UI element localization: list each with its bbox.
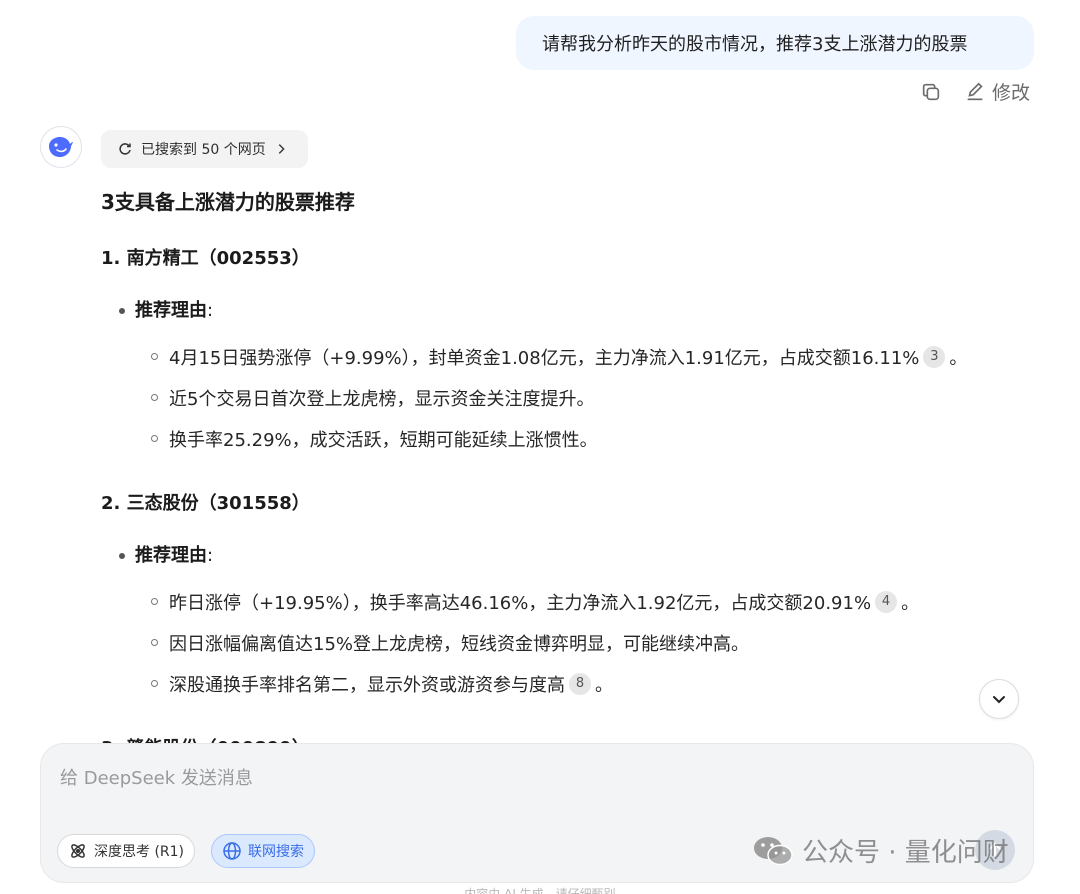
user-message-text: 请帮我分析昨天的股市情况，推荐3支上涨潜力的股票 xyxy=(542,34,968,55)
bullet-text: 换手率25.29%，成交活跃，短期可能延续上涨惯性。 xyxy=(169,429,598,451)
web-search-button[interactable]: 联网搜索 xyxy=(211,834,315,868)
chevron-right-icon xyxy=(278,144,285,154)
citation-badge[interactable]: 8 xyxy=(569,672,591,695)
list-item: 昨日涨停（+19.95%），换手率高达46.16%，主力净流入1.92亿元，占成… xyxy=(151,581,1031,622)
assistant-answer: 3支具备上涨潜力的股票推荐 1. 南方精工（002553） 推荐理由: 4月15… xyxy=(101,186,1031,764)
reason-colon: : xyxy=(207,545,214,566)
bullet-text: 昨日涨停（+19.95%），换手率高达46.16%，主力净流入1.92亿元，占成… xyxy=(169,592,872,614)
watermark-text: 公众号 · 量化问财 xyxy=(802,838,1009,868)
list-item: 近5个交易日首次登上龙虎榜，显示资金关注度提升。 xyxy=(151,377,1031,418)
message-input[interactable]: 给 DeepSeek 发送消息 xyxy=(60,764,253,790)
bullet-ring xyxy=(151,394,158,401)
reason-colon: : xyxy=(207,300,214,321)
list-item: 深股通换手率排名第二，显示外资或游资参与度高 8 。 xyxy=(151,663,1031,704)
bullet-ring xyxy=(151,598,158,605)
search-results-chip[interactable]: 已搜索到 50 个网页 xyxy=(101,130,308,168)
bullet-text: 深股通换手率排名第二，显示外资或游资参与度高 xyxy=(169,674,565,696)
bullet-ring xyxy=(151,680,158,687)
bullet-text: 4月15日强势涨停（+9.99%），封单资金1.08亿元，主力净流入1.91亿元… xyxy=(169,347,920,369)
reason-label-2: 推荐理由: xyxy=(119,541,1031,571)
bullet-ring xyxy=(151,435,158,442)
reason-label-text: 推荐理由 xyxy=(135,545,207,566)
deep-think-label: 深度思考 (R1) xyxy=(94,844,185,860)
scroll-to-bottom-button[interactable] xyxy=(979,679,1019,719)
bullet-dot xyxy=(119,553,125,559)
web-search-label: 联网搜索 xyxy=(248,844,304,860)
copy-button[interactable] xyxy=(920,81,942,103)
bullet-ring xyxy=(151,353,158,360)
bullet-ring xyxy=(151,639,158,646)
edit-button[interactable]: 修改 xyxy=(964,78,1030,105)
search-results-label: 已搜索到 50 个网页 xyxy=(141,142,266,158)
wechat-icon xyxy=(754,836,793,865)
deepseek-whale-icon xyxy=(49,137,73,157)
list-item: 因日涨幅偏离值达15%登上龙虎榜，短线资金博弈明显，可能继续冲高。 xyxy=(151,622,1031,663)
stock-heading-2: 2. 三态股份（301558） xyxy=(101,493,310,514)
bullet-tail: 。 xyxy=(595,674,613,696)
reason-list-1: 4月15日强势涨停（+9.99%），封单资金1.08亿元，主力净流入1.91亿元… xyxy=(151,336,1031,459)
pencil-icon xyxy=(967,82,983,100)
reason-label-text: 推荐理由 xyxy=(135,300,207,321)
deep-think-button[interactable]: 深度思考 (R1) xyxy=(57,834,196,868)
list-item: 换手率25.29%，成交活跃，短期可能延续上涨惯性。 xyxy=(151,418,1031,459)
answer-title: 3支具备上涨潜力的股票推荐 xyxy=(101,190,355,214)
globe-icon xyxy=(223,842,241,860)
atom-icon xyxy=(71,844,85,858)
user-message-actions: 修改 xyxy=(920,78,1030,105)
bullet-text: 因日涨幅偏离值达15%登上龙虎榜，短线资金博弈明显，可能继续冲高。 xyxy=(169,633,750,655)
reason-label-1: 推荐理由: xyxy=(119,296,1031,326)
bullet-tail: 。 xyxy=(949,347,968,369)
stock-heading-1: 1. 南方精工（002553） xyxy=(101,248,310,269)
ai-disclaimer: 内容由 AI 生成，请仔细甄别 xyxy=(464,887,616,894)
chevron-down-icon xyxy=(993,696,1005,704)
citation-badge[interactable]: 3 xyxy=(923,345,946,368)
copy-icon xyxy=(922,83,940,100)
reason-list-2: 昨日涨停（+19.95%），换手率高达46.16%，主力净流入1.92亿元，占成… xyxy=(151,581,1031,704)
list-item: 4月15日强势涨停（+9.99%），封单资金1.08亿元，主力净流入1.91亿元… xyxy=(151,336,1031,377)
bullet-text: 近5个交易日首次登上龙虎榜，显示资金关注度提升。 xyxy=(169,388,595,410)
deepseek-avatar xyxy=(40,126,82,168)
user-message-bubble: 请帮我分析昨天的股市情况，推荐3支上涨潜力的股票 xyxy=(516,16,1034,70)
bullet-dot xyxy=(119,308,125,314)
bullet-tail: 。 xyxy=(901,592,920,614)
edit-label: 修改 xyxy=(991,82,1030,104)
refresh-search-icon xyxy=(119,143,131,155)
wechat-watermark: 公众号 · 量化问财 xyxy=(752,832,1009,869)
citation-badge[interactable]: 4 xyxy=(875,590,898,613)
